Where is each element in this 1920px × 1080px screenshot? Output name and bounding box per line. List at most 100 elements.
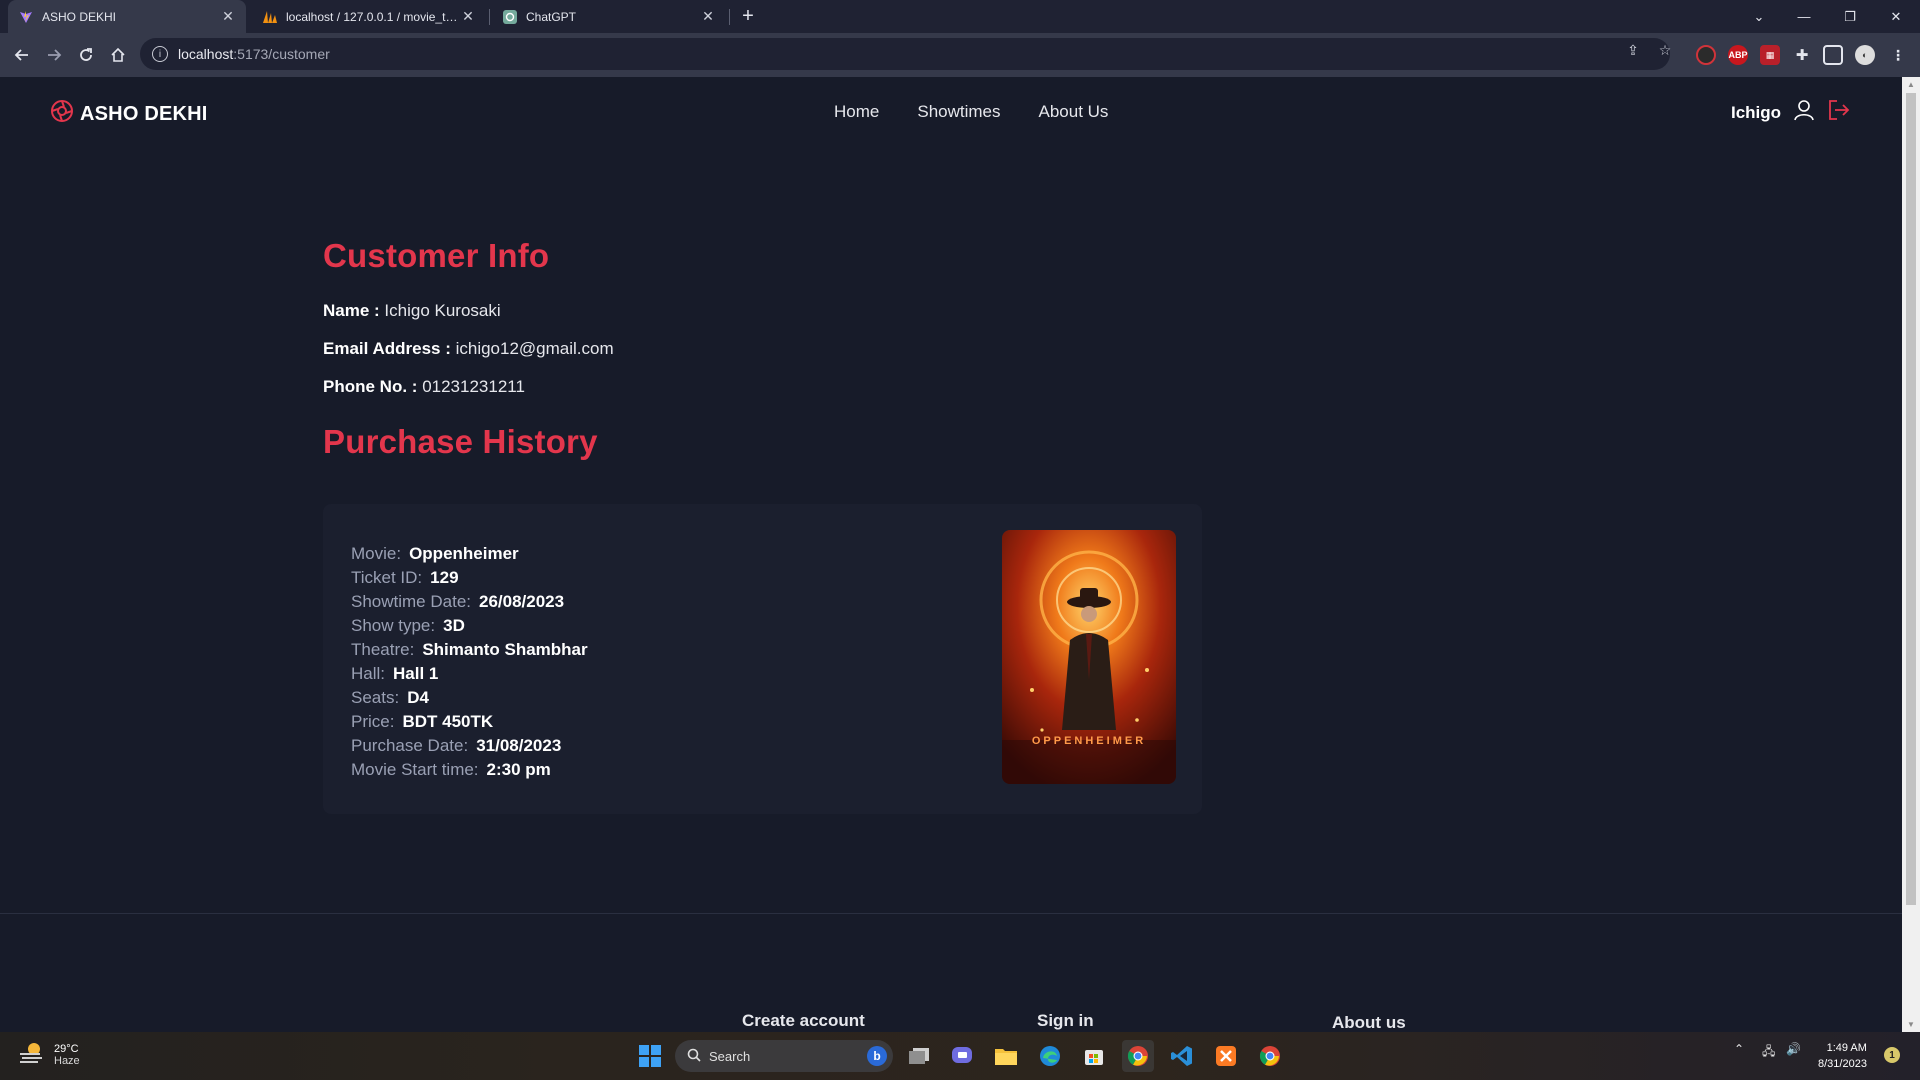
tab-separator [489,9,490,25]
file-explorer-icon[interactable] [990,1040,1022,1072]
screen-recorder-extension-icon[interactable] [1696,45,1716,65]
close-tab-icon[interactable]: ✕ [460,8,476,25]
chrome-taskbar-icon[interactable] [1122,1040,1154,1072]
purchase-history-heading: Purchase History [323,423,598,460]
xampp-icon[interactable] [1210,1040,1242,1072]
browser-tab-chatgpt[interactable]: ChatGPT ✕ [492,0,726,33]
movie-poster: OPPENHEIMER [1002,530,1176,784]
customer-phone: 01231231211 [422,377,525,396]
edge-icon[interactable] [1034,1040,1066,1072]
browser-menu-icon[interactable]: ⋮ [1888,45,1908,65]
page: ASHO DEKHI Home Showtimes About Us Ichig… [0,77,1902,1032]
customer-name: Ichigo Kurosaki [384,301,501,320]
scroll-down-icon[interactable]: ▼ [1907,1020,1915,1029]
tab-title: ASHO DEKHI [42,9,117,24]
email-label: Email Address : [323,339,451,358]
username[interactable]: Ichigo [1731,103,1781,123]
notification-badge[interactable]: 1 [1884,1047,1900,1063]
weather-widget[interactable]: 29°C Haze [18,1040,80,1069]
extensions-puzzle-icon[interactable]: ✚ [1792,45,1812,65]
brand-name: ASHO DEKHI [80,102,208,125]
browser-tab-phpmyadmin[interactable]: localhost / 127.0.0.1 / movie_tick ✕ [252,0,486,33]
detail-value: 26/08/2023 [479,592,565,611]
logout-icon[interactable] [1827,99,1851,126]
nav-home[interactable]: Home [834,102,879,122]
show-hidden-icons-icon[interactable]: ⌃ [1734,1042,1744,1056]
microsoft-store-icon[interactable] [1078,1040,1110,1072]
share-icon[interactable]: ⇪ [1624,41,1642,59]
taskbar-search[interactable]: Search b [675,1040,893,1072]
side-panel-icon[interactable] [1823,45,1843,65]
detail-value: BDT 450TK [402,712,494,731]
teams-chat-icon[interactable] [946,1040,978,1072]
site-info-icon[interactable]: i [152,46,168,62]
poster-title: OPPENHEIMER [1031,735,1147,747]
chatgpt-icon [502,9,518,25]
network-icon[interactable]: 🖧 [1762,1042,1775,1063]
tab-title: ChatGPT [526,9,577,24]
vscode-icon[interactable] [1166,1040,1198,1072]
search-icon [687,1048,701,1065]
detail-label: Showtime Date: [351,592,471,611]
footer-about-us[interactable]: About us [1332,1013,1406,1032]
system-clock[interactable]: 1:49 AM 8/31/2023 [1818,1040,1867,1072]
reload-icon[interactable] [74,43,98,67]
detail-label: Show type: [351,616,436,635]
new-tab-button[interactable]: + [736,4,760,28]
detail-label: Movie: [351,544,402,563]
task-view-icon[interactable] [903,1040,935,1072]
close-window-icon[interactable]: ✕ [1874,0,1918,33]
user-profile-icon[interactable] [1793,99,1815,126]
scroll-up-icon[interactable]: ▲ [1907,80,1915,89]
close-tab-icon[interactable]: ✕ [220,8,236,25]
detail-row-start-time: Movie Start time: 2:30 pm [351,758,588,782]
detail-label: Price: [351,712,395,731]
forward-icon[interactable] [42,43,66,67]
extension-icon[interactable]: ▦ [1760,45,1780,65]
weather-haze-icon [18,1040,46,1069]
page-scrollbar[interactable]: ▲ ▼ [1902,77,1920,1032]
close-tab-icon[interactable]: ✕ [700,8,716,25]
adblock-extension-icon[interactable]: ABP [1728,45,1748,65]
detail-value: Shimanto Shambhar [422,640,588,659]
volume-icon[interactable]: 🔊 [1786,1042,1801,1056]
brand-logo[interactable]: ASHO DEKHI [50,99,208,129]
tab-title: localhost / 127.0.0.1 / movie_tick [286,9,460,24]
browser-tab-asho-dekhi[interactable]: ASHO DEKHI ✕ [8,0,246,33]
tab-separator [729,9,730,25]
phpmyadmin-icon [262,9,278,25]
detail-row-seats: Seats: D4 [351,686,588,710]
footer-sign-in[interactable]: Sign in [1037,1011,1094,1031]
user-area: Ichigo [1731,99,1851,126]
home-icon[interactable] [106,43,130,67]
footer-create-account[interactable]: Create account [742,1011,865,1031]
customer-phone-row: Phone No. : 01231231211 [323,377,614,397]
detail-label: Movie Start time: [351,760,479,779]
detail-label: Ticket ID: [351,568,423,587]
customer-email-row: Email Address : ichigo12@gmail.com [323,339,614,359]
nav-showtimes[interactable]: Showtimes [917,102,1000,122]
purchase-card: Movie: Oppenheimer Ticket ID: 129 Showtime… [323,504,1202,814]
clock-time: 1:49 AM [1826,1042,1867,1054]
bookmark-star-icon[interactable]: ☆ [1656,41,1674,59]
tab-search-icon[interactable]: ⌄ [1737,0,1781,33]
browser-toolbar: i localhost:5173/customer ⇪ ☆ [0,33,1920,77]
detail-value: 3D [443,616,465,635]
chrome-canary-icon[interactable] [1254,1040,1286,1072]
scrollbar-thumb[interactable] [1906,93,1916,905]
restore-icon[interactable]: ❐ [1828,0,1872,33]
minimize-icon[interactable]: — [1782,0,1826,33]
profile-avatar-icon[interactable]: ◐ [1855,45,1875,65]
address-bar[interactable]: i localhost:5173/customer [140,38,1670,70]
footer-divider [0,913,1902,914]
detail-label: Seats: [351,688,400,707]
detail-label: Theatre: [351,640,415,659]
back-icon[interactable] [10,43,34,67]
weather-condition: Haze [54,1054,80,1067]
detail-label: Purchase Date: [351,736,469,755]
detail-row-hall: Hall: Hall 1 [351,662,588,686]
customer-email: ichigo12@gmail.com [455,339,614,358]
windows-start-icon[interactable] [634,1040,666,1072]
detail-value: 31/08/2023 [476,736,562,755]
nav-about-us[interactable]: About Us [1039,102,1109,122]
